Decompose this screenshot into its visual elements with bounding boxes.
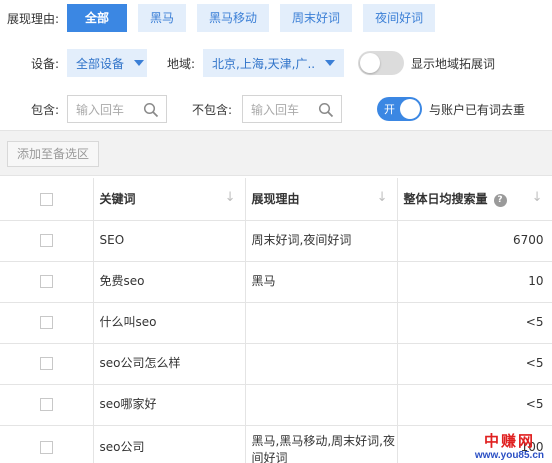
add-to-candidates-button[interactable]: 添加至备选区 xyxy=(7,141,100,167)
reason-filter-row: 展现理由: 全部 黑马 黑马移动 周末好词 夜间好词 xyxy=(0,3,552,33)
reason-cell: 周末好词,夜间好词 xyxy=(245,220,398,262)
chevron-down-icon xyxy=(134,60,145,66)
sort-arrow-icon[interactable]: ↓ xyxy=(377,190,388,205)
include-placeholder: 输入回车 xyxy=(76,102,125,117)
keyword-cell: seo哪家好 xyxy=(93,384,246,426)
volume-cell: 6700 xyxy=(397,220,552,262)
row-checkbox[interactable] xyxy=(39,440,53,454)
reason-option-weekend[interactable]: 周末好词 xyxy=(280,4,353,32)
include-label: 包含: xyxy=(31,102,60,117)
exclude-label: 不包含: xyxy=(192,102,233,117)
search-icon[interactable] xyxy=(143,102,159,118)
row-checkbox[interactable] xyxy=(39,357,53,370)
select-all-cell xyxy=(0,178,94,221)
device-label: 设备: xyxy=(31,56,60,71)
watermark-url: www.you85.cn xyxy=(474,450,544,461)
keyword-table: 关键词 ↓ 展现理由 ↓ 整体日均搜索量? ↓ SEO 周末好词,夜间好词 6700 … xyxy=(0,178,552,463)
reason-option-dark-horse-mobile[interactable]: 黑马移动 xyxy=(197,4,270,32)
keyword-cell: seo公司怎么样 xyxy=(93,343,246,385)
dedupe-label: 与账户已有词去重 xyxy=(429,102,526,117)
table-row: SEO 周末好词,夜间好词 6700 xyxy=(0,220,552,262)
device-select[interactable]: 全部设备 xyxy=(67,49,147,77)
volume-cell: <5 xyxy=(397,384,552,426)
table-row: seo公司 黑马,黑马移动,周末好词,夜间好词 100 xyxy=(0,425,552,463)
watermark-title: 中赚网 xyxy=(483,433,535,450)
help-icon[interactable]: ? xyxy=(493,194,507,208)
select-all-checkbox[interactable] xyxy=(39,192,53,206)
reason-cell xyxy=(245,302,398,344)
dedupe-toggle[interactable]: 开 xyxy=(377,97,422,121)
row-checkbox[interactable] xyxy=(39,275,53,288)
search-icon[interactable] xyxy=(318,102,334,118)
reason-cell: 黑马,黑马移动,周末好词,夜间好词 xyxy=(245,425,398,463)
row-select-cell xyxy=(0,425,94,463)
table-row: seo公司怎么样 <5 xyxy=(0,343,552,385)
toggle-on-text: 开 xyxy=(384,103,395,116)
reason-option-night[interactable]: 夜间好词 xyxy=(363,4,436,32)
table-row: seo哪家好 <5 xyxy=(0,384,552,426)
filter-input-row: 包含: 输入回车 不包含: 输入回车 开 与账户已有词去重 xyxy=(0,94,552,124)
sort-arrow-icon[interactable]: ↓ xyxy=(532,190,543,205)
watermark-logo: 中赚网 www.you85.cn xyxy=(474,433,544,462)
region-select-value: 北京,上海,天津,广... xyxy=(212,56,315,71)
region-label: 地域: xyxy=(167,56,196,71)
chevron-down-icon xyxy=(325,60,335,66)
column-header-label: 整体日均搜索量 xyxy=(403,192,488,207)
column-header-volume[interactable]: 整体日均搜索量? ↓ xyxy=(397,178,552,221)
keyword-cell: 什么叫seo xyxy=(93,302,246,344)
row-select-cell xyxy=(0,220,94,262)
reason-cell xyxy=(245,343,398,385)
table-row: 什么叫seo <5 xyxy=(0,302,552,344)
include-input[interactable]: 输入回车 xyxy=(67,95,167,123)
row-select-cell xyxy=(0,302,94,344)
volume-cell: <5 xyxy=(397,343,552,385)
toggle-knob xyxy=(400,99,420,119)
toggle-knob xyxy=(360,53,380,73)
reason-filter-label: 展现理由: xyxy=(7,11,60,26)
keyword-cell: SEO xyxy=(93,220,246,262)
column-header-label: 展现理由 xyxy=(251,192,300,207)
row-select-cell xyxy=(0,261,94,303)
volume-cell: <5 xyxy=(397,302,552,344)
reason-cell xyxy=(245,384,398,426)
reason-cell: 黑马 xyxy=(245,261,398,303)
device-select-value: 全部设备 xyxy=(76,56,125,71)
reason-option-dark-horse[interactable]: 黑马 xyxy=(138,4,187,32)
row-select-cell xyxy=(0,384,94,426)
column-header-label: 关键词 xyxy=(99,192,136,207)
region-select[interactable]: 北京,上海,天津,广... xyxy=(203,49,344,77)
volume-cell: 10 xyxy=(397,261,552,303)
device-region-row: 设备: 全部设备 地域: 北京,上海,天津,广... 显示地域拓展词 xyxy=(0,48,552,78)
sort-arrow-icon[interactable]: ↓ xyxy=(225,190,236,205)
table-row: 免费seo 黑马 10 xyxy=(0,261,552,303)
row-checkbox[interactable] xyxy=(39,398,53,411)
keyword-cell: seo公司 xyxy=(93,425,246,463)
region-expand-label: 显示地域拓展词 xyxy=(411,56,496,71)
region-expand-toggle[interactable] xyxy=(358,51,404,75)
reason-option-all[interactable]: 全部 xyxy=(67,4,128,32)
exclude-placeholder: 输入回车 xyxy=(251,102,300,117)
table-toolbar: 添加至备选区 xyxy=(0,130,552,176)
column-header-keyword[interactable]: 关键词 ↓ xyxy=(93,178,246,221)
table-header-row: 关键词 ↓ 展现理由 ↓ 整体日均搜索量? ↓ xyxy=(0,178,552,221)
row-checkbox[interactable] xyxy=(39,234,53,247)
row-select-cell xyxy=(0,343,94,385)
row-checkbox[interactable] xyxy=(39,316,53,329)
exclude-input[interactable]: 输入回车 xyxy=(242,95,342,123)
column-header-reason[interactable]: 展现理由 ↓ xyxy=(245,178,398,221)
keyword-cell: 免费seo xyxy=(93,261,246,303)
